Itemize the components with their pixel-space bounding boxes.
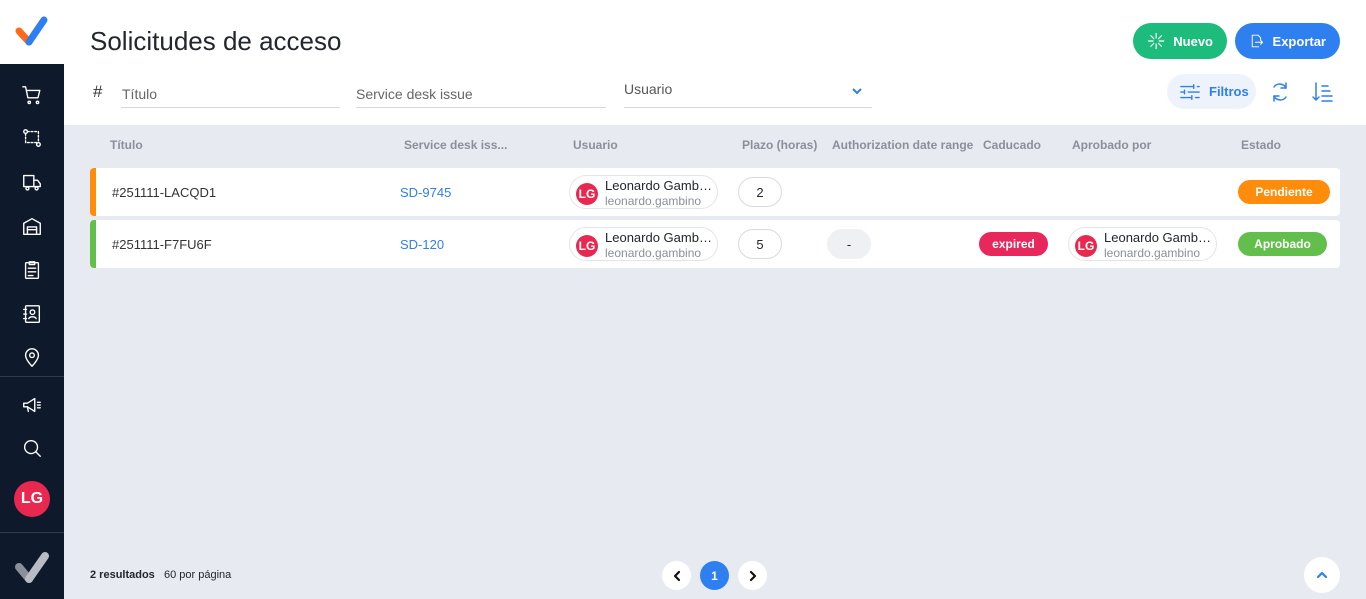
- approver-name: Leonardo Gambino: [1104, 230, 1212, 245]
- chevron-up-icon: [1316, 571, 1328, 579]
- export-button[interactable]: Exportar: [1235, 23, 1340, 59]
- next-page-button[interactable]: [738, 561, 767, 590]
- refresh-icon: [1273, 82, 1287, 102]
- expired-badge: expired: [979, 232, 1048, 256]
- user-chip[interactable]: LG Leonardo Gambino leonardo.gambino: [569, 227, 718, 261]
- row-status-bar: [90, 168, 96, 216]
- refresh-button[interactable]: [1268, 80, 1292, 104]
- sidebar-divider: [0, 376, 64, 377]
- row-status-bar: [90, 220, 96, 268]
- user-filter-label: Usuario: [624, 81, 673, 97]
- user-name: Leonardo Gambino: [605, 178, 713, 193]
- sidebar: LG: [0, 0, 64, 599]
- deadline-hours: 5: [738, 229, 782, 259]
- app-logo[interactable]: [0, 0, 64, 64]
- filter-sliders-icon: [1180, 83, 1200, 100]
- location-icon: [24, 348, 40, 367]
- new-button[interactable]: Nuevo: [1133, 23, 1227, 59]
- sidebar-item-locations[interactable]: [0, 338, 64, 378]
- column-header-title[interactable]: Título: [110, 138, 143, 152]
- per-page-label: 60 por página: [163, 569, 232, 581]
- request-id: #251111-F7FU6F: [112, 236, 212, 252]
- truck-icon: [23, 174, 41, 191]
- sort-icon: [1312, 82, 1333, 102]
- page-title: Solicitudes de acceso: [90, 26, 342, 56]
- column-header-date-range[interactable]: Authorization date range: [832, 138, 973, 152]
- sparkle-icon: [1147, 32, 1165, 50]
- sidebar-item-clipboard[interactable]: [0, 250, 64, 290]
- user-name: Leonardo Gambino: [605, 230, 713, 245]
- flow-icon: [23, 129, 41, 147]
- sort-button[interactable]: [1310, 80, 1334, 104]
- id-filter-hash: #: [93, 82, 103, 101]
- user-email: leonardo.gambino: [605, 194, 702, 208]
- service-desk-filter-input[interactable]: [356, 80, 606, 108]
- chevron-left-icon: [673, 570, 680, 581]
- service-desk-link[interactable]: SD-120: [400, 220, 444, 268]
- sidebar-item-contacts[interactable]: [0, 294, 64, 334]
- search-icon: [23, 439, 41, 457]
- logo-icon: [15, 16, 48, 46]
- table-row[interactable]: #251111-F7FU6F SD-120 LG Leonardo Gambin…: [90, 220, 1340, 268]
- column-header-deadline[interactable]: Plazo (horas): [742, 138, 817, 152]
- avatar: LG: [576, 235, 598, 257]
- deadline-hours: 2: [738, 177, 782, 207]
- export-button-label: Exportar: [1272, 33, 1326, 49]
- column-header-user[interactable]: Usuario: [573, 138, 618, 152]
- user-filter-select[interactable]: Usuario: [624, 78, 872, 108]
- sidebar-item-delivery[interactable]: [0, 162, 64, 202]
- brand-logo-bottom: [0, 544, 64, 592]
- sidebar-item-warehouse[interactable]: [0, 206, 64, 246]
- chevron-down-icon: [850, 84, 864, 98]
- status-badge: Aprobado: [1238, 232, 1327, 256]
- table-row[interactable]: #251111-LACQD1 SD-9745 LG Leonardo Gambi…: [90, 168, 1340, 216]
- export-icon: [1251, 34, 1264, 48]
- cart-icon: [22, 86, 41, 105]
- chevron-right-icon: [749, 570, 756, 581]
- approver-email: leonardo.gambino: [1104, 246, 1201, 260]
- service-desk-link[interactable]: SD-9745: [400, 168, 451, 216]
- title-filter-input[interactable]: [121, 80, 340, 108]
- contacts-icon: [23, 305, 41, 323]
- request-id: #251111-LACQD1: [112, 184, 217, 200]
- new-button-label: Nuevo: [1173, 33, 1213, 49]
- page-header: Solicitudes de acceso Nuevo Exportar # U…: [64, 0, 1366, 125]
- page-number-button[interactable]: 1: [700, 561, 729, 590]
- date-range-value: -: [827, 229, 871, 259]
- avatar: LG: [576, 183, 598, 205]
- sidebar-item-flow[interactable]: [0, 118, 64, 158]
- column-header-service-desk[interactable]: Service desk iss...: [404, 138, 507, 152]
- previous-page-button[interactable]: [662, 561, 691, 590]
- sidebar-divider: [0, 532, 64, 533]
- column-header-approved-by[interactable]: Aprobado por: [1072, 138, 1151, 152]
- status-badge: Pendiente: [1238, 180, 1330, 204]
- filters-button-label: Filtros: [1209, 84, 1249, 99]
- clipboard-icon: [24, 261, 40, 279]
- user-chip[interactable]: LG Leonardo Gambino leonardo.gambino: [569, 175, 718, 209]
- column-header-status[interactable]: Estado: [1241, 138, 1281, 152]
- user-email: leonardo.gambino: [605, 246, 702, 260]
- scroll-to-top-button[interactable]: [1304, 557, 1340, 593]
- filters-button[interactable]: Filtros: [1167, 74, 1256, 109]
- results-count: 2 resultados: [90, 569, 155, 581]
- approver-chip[interactable]: LG Leonardo Gambino leonardo.gambino: [1068, 227, 1217, 261]
- sidebar-item-announcements[interactable]: [0, 385, 64, 425]
- column-header-expired[interactable]: Caducado: [983, 138, 1041, 152]
- results-summary: 2 resultados 60 por página: [90, 569, 231, 581]
- brand-mark-icon: [15, 552, 49, 583]
- warehouse-icon: [23, 217, 41, 235]
- sidebar-item-cart[interactable]: [0, 75, 64, 115]
- sidebar-item-search[interactable]: [0, 428, 64, 468]
- avatar: LG: [1075, 235, 1097, 257]
- megaphone-icon: [23, 397, 41, 413]
- user-avatar[interactable]: LG: [14, 481, 50, 517]
